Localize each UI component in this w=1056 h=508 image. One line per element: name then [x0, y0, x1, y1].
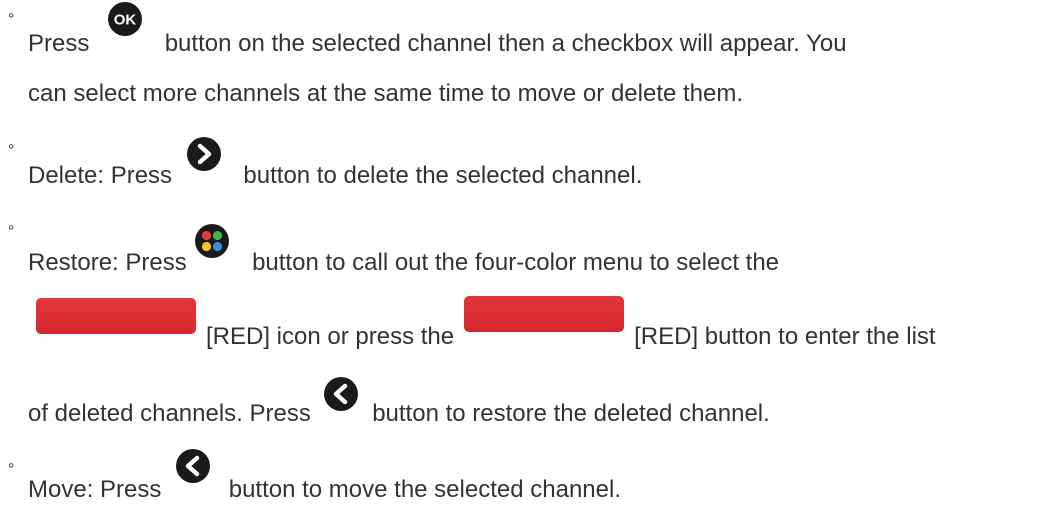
- item-line: Press OK button on the selected channel …: [28, 2, 847, 59]
- item-text: button to restore the deleted channel.: [372, 400, 770, 427]
- item-text: Delete: Press: [28, 162, 173, 189]
- svg-text:OK: OK: [114, 12, 137, 29]
- item-line: [RED] icon or press the [RED] button to e…: [28, 296, 936, 352]
- bullet: °: [8, 11, 15, 28]
- red-key-icon: [464, 296, 625, 332]
- item-text: button to call out the four-color menu t…: [252, 249, 780, 276]
- left-arrow-button-icon: [322, 375, 360, 413]
- item-text: button to move the selected channel.: [228, 476, 621, 503]
- four-color-button-icon: [193, 222, 231, 260]
- bullet: °: [8, 223, 15, 240]
- bullet: °: [8, 461, 15, 478]
- item-text: of deleted channels. Press: [28, 400, 311, 427]
- red-key-icon: [36, 298, 196, 334]
- item-line: Restore: Press button to call out the fo…: [28, 224, 780, 278]
- item-text: can select more channels at the same tim…: [28, 80, 744, 107]
- bullet: °: [8, 142, 15, 159]
- right-arrow-button-icon: [185, 135, 223, 173]
- item-text: button on the selected channel then a ch…: [164, 30, 847, 57]
- item-text: button to delete the selected channel.: [243, 162, 643, 189]
- ok-button-icon: OK: [106, 0, 144, 38]
- item-text: Move: Press: [28, 476, 162, 503]
- item-text: Restore: Press: [28, 249, 187, 276]
- item-text: Press: [28, 30, 90, 57]
- item-text: [RED] button to enter the list: [634, 323, 936, 350]
- left-arrow-button-icon: [174, 447, 212, 485]
- manual-instructions: ° Press OK button on the selected channe…: [0, 0, 1056, 508]
- item-line: Move: Press button to move the selected …: [28, 449, 621, 505]
- item-line: can select more channels at the same tim…: [28, 79, 743, 109]
- item-line: Delete: Press button to delete the selec…: [28, 137, 643, 191]
- item-text: [RED] icon or press the: [206, 323, 455, 350]
- item-line: of deleted channels. Press button to res…: [28, 377, 770, 429]
